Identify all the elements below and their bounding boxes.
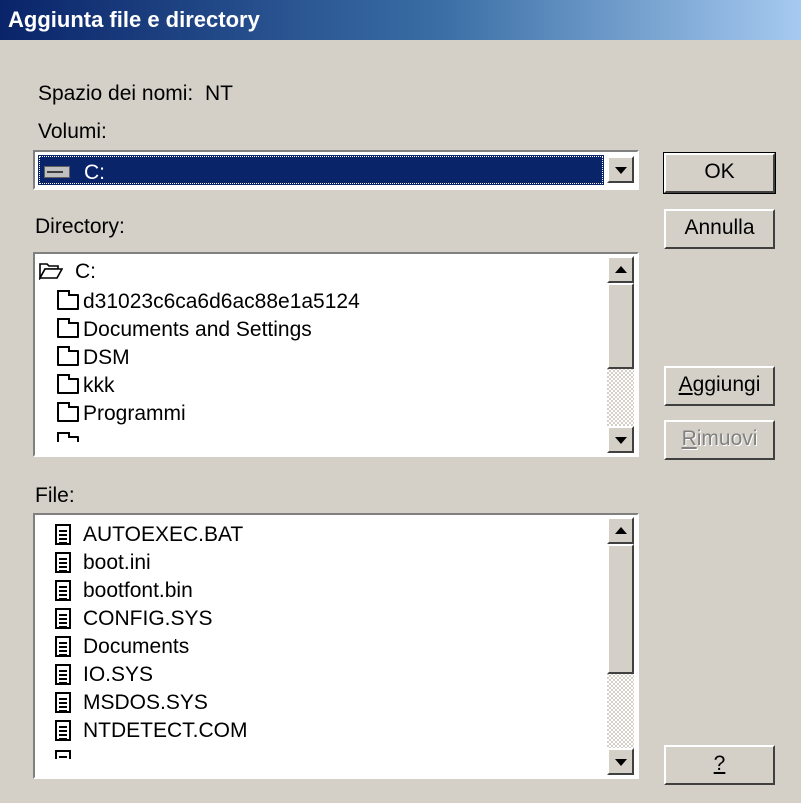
list-item-label: boot.ini: [83, 551, 151, 574]
list-item-label: NTDETECT.COM: [83, 719, 248, 742]
file-icon: [55, 524, 71, 545]
list-item-label: CONFIG.SYS: [83, 607, 213, 630]
file-icon: [55, 664, 71, 685]
folder-icon: [57, 432, 79, 442]
open-folder-icon: [39, 263, 63, 280]
file-icon: [55, 552, 71, 573]
list-item-label: MSDOS.SYS: [83, 691, 208, 714]
list-item-label: DSM: [83, 346, 130, 369]
file-icon: [55, 580, 71, 601]
directory-root-label: C:: [75, 260, 96, 283]
volumes-selected-label: C:: [84, 161, 105, 184]
title-bar: Aggiunta file e directory: [0, 0, 801, 40]
list-item[interactable]: AUTOEXEC.BAT: [43, 521, 598, 549]
drive-icon: [44, 166, 70, 178]
scroll-down-button[interactable]: [607, 426, 634, 453]
list-item[interactable]: boot.ini: [43, 549, 598, 577]
list-item-label: Documents: [83, 635, 190, 658]
file-icon: [55, 720, 71, 741]
folder-icon: [57, 374, 79, 394]
list-item[interactable]: Programmi: [43, 400, 598, 428]
folder-icon: [57, 290, 79, 310]
file-icon: [55, 608, 71, 629]
list-item-label: IO.SYS: [83, 663, 154, 686]
list-item[interactable]: d31023c6ca6d6ac88e1a5124: [43, 288, 598, 316]
namespace-label-text: Spazio dei nomi:: [38, 82, 194, 105]
cancel-button-label: Annulla: [684, 216, 755, 239]
volumes-label: Volumi:: [38, 120, 107, 143]
list-item-label: bootfont.bin: [83, 579, 193, 602]
file-icon: [55, 750, 71, 759]
list-item-label: kkk: [83, 374, 115, 397]
remove-button-mnemonic: R: [681, 427, 697, 450]
directory-list[interactable]: C: d31023c6ca6d6ac88e1a5124 Documents an…: [33, 252, 639, 457]
ok-button[interactable]: OK: [663, 152, 776, 194]
scroll-down-button[interactable]: [607, 748, 634, 775]
namespace-value: NT: [204, 82, 233, 105]
scroll-up-button[interactable]: [607, 517, 634, 544]
scrollbar-thumb[interactable]: [607, 283, 634, 369]
list-item[interactable]: IO.SYS: [43, 661, 598, 689]
ok-button-label: OK: [704, 160, 735, 183]
dropdown-arrow-button[interactable]: [607, 156, 634, 183]
remove-button[interactable]: Rimuovi: [664, 420, 775, 460]
list-item[interactable]: [43, 430, 598, 442]
file-icon: [55, 636, 71, 657]
list-item[interactable]: MSDOS.SYS: [43, 689, 598, 717]
list-item[interactable]: Documents and Settings: [43, 316, 598, 344]
remove-button-label: imuovi: [696, 427, 758, 450]
chevron-down-icon: [614, 436, 627, 444]
folder-icon: [57, 346, 79, 366]
volumes-dropdown[interactable]: C:: [33, 150, 639, 190]
chevron-up-icon: [614, 526, 627, 534]
file-scrollbar[interactable]: [607, 517, 634, 775]
namespace-label: Spazio dei nomi: NT: [38, 82, 233, 106]
chevron-down-icon: [614, 758, 627, 766]
help-button[interactable]: ?: [664, 745, 775, 785]
directory-root-item[interactable]: C:: [35, 258, 600, 286]
file-icon: [55, 692, 71, 713]
list-item[interactable]: [43, 747, 598, 759]
list-item[interactable]: kkk: [43, 372, 598, 400]
list-item[interactable]: CONFIG.SYS: [43, 605, 598, 633]
add-button-mnemonic: A: [678, 373, 693, 396]
add-button[interactable]: Aggiungi: [664, 366, 775, 406]
directory-label: Directory:: [35, 215, 125, 238]
scroll-up-button[interactable]: [607, 256, 634, 283]
file-label: File:: [35, 484, 75, 507]
cancel-button[interactable]: Annulla: [664, 209, 775, 249]
list-item[interactable]: Documents: [43, 633, 598, 661]
list-item-label: AUTOEXEC.BAT: [83, 523, 244, 546]
directory-scrollbar[interactable]: [607, 256, 634, 453]
list-item[interactable]: DSM: [43, 344, 598, 372]
list-item-label: d31023c6ca6d6ac88e1a5124: [83, 290, 360, 313]
chevron-up-icon: [614, 265, 627, 273]
list-item[interactable]: bootfont.bin: [43, 577, 598, 605]
list-item-label: Documents and Settings: [83, 318, 312, 341]
add-button-label: ggiungi: [692, 373, 761, 396]
list-item[interactable]: NTDETECT.COM: [43, 717, 598, 745]
help-button-label: ?: [713, 752, 726, 775]
file-list[interactable]: AUTOEXEC.BAT boot.ini bootfont.bin CONFI…: [33, 513, 639, 779]
folder-icon: [57, 402, 79, 422]
chevron-down-icon: [614, 166, 627, 174]
list-item-label: Programmi: [83, 402, 186, 425]
window-title: Aggiunta file e directory: [8, 7, 260, 32]
volumes-selected[interactable]: C:: [38, 155, 604, 185]
scrollbar-thumb[interactable]: [607, 544, 634, 674]
folder-icon: [57, 318, 79, 338]
